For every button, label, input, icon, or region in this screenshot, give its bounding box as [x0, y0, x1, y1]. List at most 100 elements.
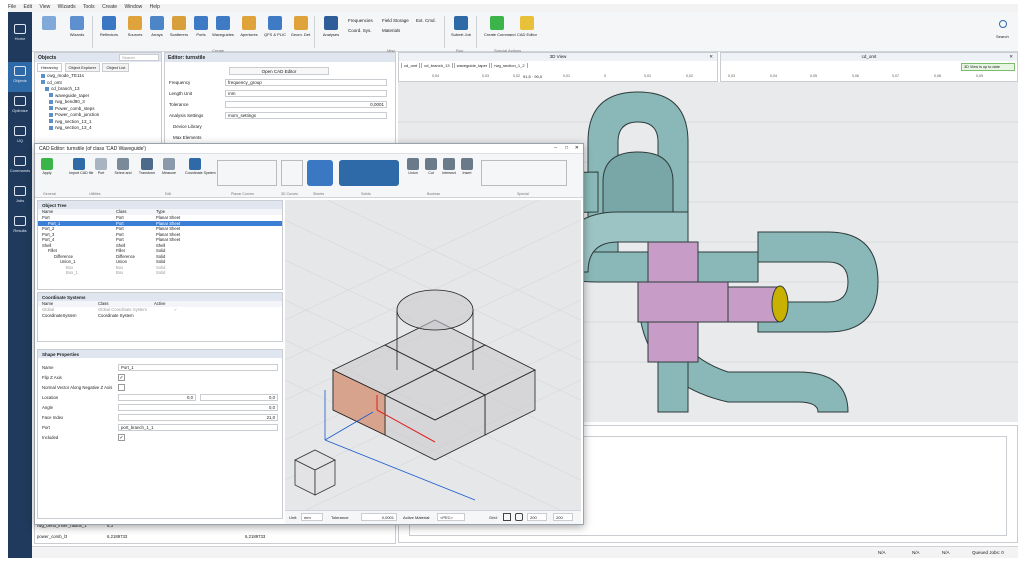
path-segment[interactable]: waveguide_taper [453, 63, 491, 68]
nav-optimize[interactable]: Optimize [8, 92, 32, 122]
length-unit-select[interactable]: mm [225, 90, 387, 97]
import-cad-button[interactable]: Import CAD file [69, 158, 93, 186]
material-select[interactable]: <PEC> [437, 513, 465, 521]
wizard-icon [42, 16, 56, 30]
tab-hierarchy[interactable]: Hierarchy [37, 63, 63, 72]
search-button[interactable]: Search [996, 20, 1010, 46]
dialog-titlebar: CAD Editor: turnstile (of class 'CAD Wav… [35, 144, 583, 154]
tab-object-list[interactable]: Object List [102, 63, 130, 72]
maximize-icon[interactable]: □ [565, 145, 568, 151]
ribbon-apertures[interactable]: Apertures [236, 16, 262, 48]
objects-tabs: Hierarchy Object Explorer Object List [35, 62, 161, 73]
tree-item[interactable]: rwg_section_13_4 [41, 125, 161, 132]
solids-tools[interactable] [339, 160, 399, 186]
cad-viewport[interactable] [285, 200, 581, 510]
table-row[interactable]: power_comb_l3 [37, 534, 67, 539]
location-x-input[interactable]: 0,0 [118, 394, 196, 401]
aperture-icon [242, 16, 256, 30]
objects-search-input[interactable]: Search [119, 54, 159, 61]
union-button[interactable]: Union [403, 158, 423, 186]
minimize-icon[interactable]: – [554, 145, 557, 151]
ribbon-qfs-plic[interactable]: QFS & PLIC [262, 16, 288, 48]
path-segment[interactable]: cd_omt [401, 63, 421, 68]
lock-icon[interactable] [515, 513, 523, 521]
menu-create[interactable]: Create [102, 4, 117, 10]
view-cube[interactable] [294, 449, 336, 496]
intersect-button[interactable]: Intersect [439, 158, 459, 186]
port-select[interactable]: port_branch_1_1 [118, 424, 278, 431]
ribbon-ext-cmd[interactable]: Ext. Cmd. [416, 18, 436, 23]
menu-view[interactable]: View [39, 4, 50, 10]
ribbon-geom-def[interactable]: Geom. Def. [288, 16, 314, 48]
tolerance-input[interactable]: 0,0001 [361, 513, 397, 521]
close-icon[interactable]: ✕ [709, 53, 713, 61]
ruler-tick: 0,02 [513, 74, 520, 78]
ribbon: Wizards Reflectors Sources Arrays Scatte… [32, 12, 1018, 53]
path-segment[interactable]: cd_branch_13 [421, 63, 453, 68]
coordinate-system-button[interactable]: Coordinate System [185, 158, 216, 186]
ribbon-materials[interactable]: Materials [382, 28, 400, 33]
unit-select[interactable]: mm [301, 513, 323, 521]
normal-vector-checkbox[interactable] [118, 384, 125, 391]
select-button[interactable]: Select and [113, 158, 133, 186]
ribbon-wizards[interactable]: Wizards [64, 16, 90, 48]
ribbon-frequencies[interactable]: Frequencies [348, 18, 373, 23]
grid-x-input[interactable]: 200 [527, 513, 547, 521]
menu-wizards[interactable]: Wizards [58, 4, 76, 10]
ribbon-analyses[interactable]: Analyses [318, 16, 344, 48]
menubar: File Edit View Wizards Tools Create Wind… [8, 4, 1018, 12]
dialog-toolbar: Apply Import CAD file Port Select and Tr… [35, 154, 583, 198]
frequency-select[interactable]: frequency_group [225, 79, 387, 86]
open-cad-editor-button[interactable]: Open CAD Editor [229, 67, 329, 75]
sheets-tools[interactable] [307, 160, 333, 186]
port-button[interactable]: Port [91, 158, 111, 186]
ribbon-submit-job[interactable]: Submit Job [448, 16, 474, 48]
nav-objects[interactable]: Objects [8, 62, 32, 92]
cut-button[interactable]: Cut [421, 158, 441, 186]
flip-z-checkbox[interactable]: ✓ [118, 374, 125, 381]
ribbon-reflectors[interactable]: Reflectors [96, 16, 122, 48]
nav-home[interactable]: Home [8, 20, 32, 50]
planar-curves-tools[interactable] [217, 160, 277, 186]
face-index-input[interactable]: 21,0 [118, 414, 278, 421]
menu-help[interactable]: Help [150, 4, 160, 10]
analysis-settings-select[interactable]: mom_settings [225, 112, 387, 119]
3d-curves-tools[interactable] [281, 160, 303, 186]
ribbon-coord-sys[interactable]: Coord. Sys. [348, 28, 372, 33]
tree-row[interactable]: Box_1 Box Solid [38, 270, 282, 276]
path-segment[interactable]: rwg_section_1_2 [491, 63, 528, 68]
ribbon-create-command[interactable]: Create Command [484, 16, 516, 48]
status-item: N/A [942, 550, 950, 555]
special-tools[interactable] [481, 160, 567, 186]
grid-icon[interactable] [503, 513, 511, 521]
angle-input[interactable]: 0,0 [118, 404, 278, 411]
tab-object-explorer[interactable]: Object Explorer [64, 63, 101, 72]
ribbon-wizard-icons[interactable] [36, 16, 62, 48]
measure-button[interactable]: Measure [159, 158, 179, 186]
menu-file[interactable]: File [8, 4, 16, 10]
menu-edit[interactable]: Edit [23, 4, 32, 10]
location-y-input[interactable]: 0,0 [200, 394, 278, 401]
shape-properties-title: Shape Properties [38, 350, 282, 358]
shape-properties-panel: Shape Properties Name Port_1 Flip Z Axis ✓… [37, 349, 283, 519]
tolerance-input[interactable]: 0,0001 [225, 101, 387, 108]
included-checkbox[interactable]: ✓ [118, 434, 125, 441]
ribbon-field-storage[interactable]: Field Storage [382, 18, 409, 23]
close-icon[interactable]: ✕ [1009, 53, 1013, 61]
view-up-to-date-badge[interactable]: 3D View is up to date [961, 63, 1015, 71]
grid-y-input[interactable]: 200 [553, 513, 573, 521]
ribbon-cad-editor[interactable]: CAD Editor [514, 16, 540, 48]
menu-tools[interactable]: Tools [83, 4, 95, 10]
coord-row[interactable]: CoordinateSystem Coordinate System [38, 313, 282, 319]
nav-commands[interactable]: Commands [8, 152, 32, 182]
nav-results[interactable]: Results [8, 212, 32, 242]
transform-button[interactable]: Transform [137, 158, 157, 186]
nav-jobs[interactable]: Jobs [8, 182, 32, 212]
name-input[interactable]: Port_1 [118, 364, 278, 371]
apply-button[interactable]: Apply [37, 158, 57, 186]
nav-uq[interactable]: UQ [8, 122, 32, 152]
ribbon-waveguides[interactable]: Waveguides [210, 16, 236, 48]
close-icon[interactable]: ✕ [575, 145, 579, 151]
menu-window[interactable]: Window [124, 4, 142, 10]
insert-button[interactable]: Insert [457, 158, 477, 186]
